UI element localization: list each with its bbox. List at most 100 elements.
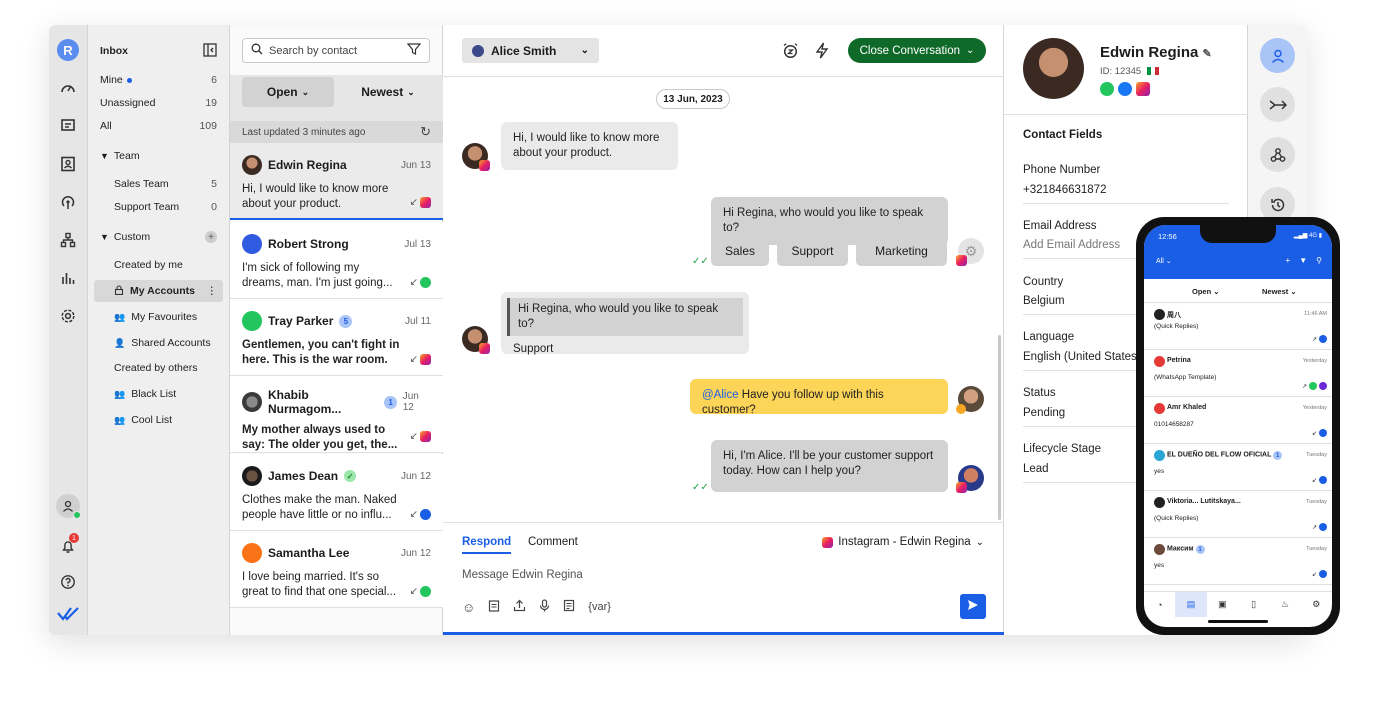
people-icon: 👥 bbox=[114, 414, 126, 425]
nav-group-team[interactable]: ▼ Team bbox=[100, 145, 217, 167]
conversation-item[interactable]: Edwin Regina Jun 13 Hi, I would like to k… bbox=[230, 143, 443, 220]
quick-reply-marketing[interactable]: Marketing bbox=[856, 235, 947, 266]
instagram-icon bbox=[420, 354, 431, 365]
dashboard-icon[interactable] bbox=[57, 77, 79, 99]
whatsapp-icon[interactable] bbox=[1100, 82, 1114, 96]
snippet-icon[interactable] bbox=[563, 599, 575, 615]
send-button[interactable] bbox=[960, 594, 986, 619]
variable-button[interactable]: {var} bbox=[588, 601, 611, 613]
contacts-icon[interactable]: ▣ bbox=[1207, 592, 1238, 617]
conversation-item[interactable]: Khabib Nurmagom... 1 Jun 12 My mother alwa… bbox=[230, 376, 443, 453]
snooze-alarm-icon[interactable] bbox=[781, 41, 799, 59]
workflows-icon[interactable] bbox=[57, 229, 79, 251]
microphone-icon[interactable] bbox=[539, 599, 550, 615]
messages-icon[interactable]: ▤ bbox=[1175, 592, 1207, 617]
upload-icon[interactable] bbox=[513, 599, 526, 615]
incoming-message: Hi, I would like to know more about your… bbox=[501, 122, 678, 170]
nav-item-sales-team[interactable]: Sales Team 5 bbox=[114, 173, 217, 195]
search-input[interactable]: Search by contact bbox=[269, 45, 401, 57]
telegram-icon bbox=[1319, 335, 1327, 343]
notifications-icon[interactable]: ♨ bbox=[1269, 592, 1300, 617]
reports-icon[interactable]: ▯ bbox=[1238, 592, 1269, 617]
chat-scrollbar[interactable] bbox=[998, 335, 1001, 520]
phone-conversation-item[interactable]: 周八 11:46 AM (Quick Replies) ↗ bbox=[1144, 303, 1332, 350]
tab-comment[interactable]: Comment bbox=[528, 536, 578, 548]
agent-avatar bbox=[472, 44, 484, 57]
status-value[interactable]: Pending bbox=[1023, 407, 1065, 419]
reports-icon[interactable] bbox=[57, 267, 79, 289]
phone-conversation-item[interactable]: Viktoria... Lutitskaya... Tuesday (Quick R… bbox=[1144, 491, 1332, 538]
messenger-icon[interactable] bbox=[1118, 82, 1132, 96]
user-avatar[interactable] bbox=[56, 494, 81, 519]
contact-avatar bbox=[462, 326, 490, 354]
more-options-icon[interactable]: ⋮ bbox=[207, 285, 218, 297]
inbox-nav: Inbox Mine 6 Unassigned 19 All 109 ▼ Team Sa… bbox=[88, 25, 230, 635]
conversation-item[interactable]: Tray Parker 5 Jul 11 Gentlemen, you can't … bbox=[230, 299, 443, 376]
nav-item-all[interactable]: All 109 bbox=[100, 115, 217, 137]
phone-sort-filter[interactable]: Newest ⌄ bbox=[1262, 287, 1297, 296]
last-message: Hi, I would like to know more about your… bbox=[242, 183, 389, 210]
conversation-item[interactable]: James Dean ✓ Jun 12 Clothes make the man. … bbox=[230, 454, 443, 531]
nav-item-black-list[interactable]: 👥 Black List bbox=[114, 383, 217, 405]
search-icon[interactable]: ⚲ bbox=[1316, 256, 1322, 265]
contact-search[interactable]: Search by contact bbox=[242, 38, 430, 63]
notifications-icon[interactable]: 1 bbox=[57, 533, 79, 557]
nav-item-unassigned[interactable]: Unassigned 19 bbox=[100, 92, 217, 114]
nav-item-shared-accounts[interactable]: 👤 Shared Accounts bbox=[114, 332, 217, 354]
sort-filter-dropdown[interactable]: Newest ⌄ bbox=[342, 77, 434, 107]
nav-group-custom[interactable]: ▼ Custom + bbox=[100, 226, 217, 248]
emoji-icon[interactable]: ☺ bbox=[462, 600, 475, 615]
quick-reply-sales[interactable]: Sales bbox=[711, 235, 769, 266]
language-value[interactable]: English (United States) bbox=[1023, 351, 1141, 363]
filter-icon[interactable] bbox=[406, 43, 422, 58]
quick-reply-support[interactable]: Support bbox=[777, 235, 848, 266]
collapse-panel-icon[interactable] bbox=[203, 42, 217, 60]
contact-avatar bbox=[242, 311, 262, 331]
conversation-item[interactable]: Robert Strong Jul 13 I'm sick of followin… bbox=[230, 222, 443, 299]
refresh-icon[interactable]: ↻ bbox=[420, 124, 431, 140]
workspace-avatar[interactable]: R bbox=[57, 39, 79, 61]
email-field[interactable]: Add Email Address bbox=[1023, 239, 1120, 251]
nav-item-my-accounts[interactable]: My Accounts ⋮ bbox=[94, 280, 223, 302]
messages-icon[interactable] bbox=[57, 115, 79, 137]
phone-conversation-item[interactable]: Amr Khaled Yesterday 01014658287 ↙ bbox=[1144, 397, 1332, 444]
contacts-icon[interactable] bbox=[57, 153, 79, 175]
nav-item-support-team[interactable]: Support Team 0 bbox=[114, 196, 217, 218]
assignee-dropdown[interactable]: Alice Smith ⌄ bbox=[462, 38, 599, 63]
integrations-webhook-icon[interactable] bbox=[1260, 137, 1295, 172]
status-filter-dropdown[interactable]: Open ⌄ bbox=[242, 77, 334, 107]
conversation-item[interactable]: Samantha Lee Jun 12 I love being married.… bbox=[230, 531, 443, 608]
settings-icon[interactable] bbox=[57, 305, 79, 327]
filter-icon[interactable]: ▼ bbox=[1299, 256, 1307, 265]
add-custom-icon[interactable]: + bbox=[205, 231, 217, 243]
phone-filter-all[interactable]: All ⌄ bbox=[1156, 257, 1172, 265]
help-icon[interactable] bbox=[57, 571, 79, 593]
contact-avatar bbox=[1154, 403, 1165, 414]
edit-pencil-icon[interactable]: ✎ bbox=[1203, 48, 1212, 60]
country-value[interactable]: Belgium bbox=[1023, 295, 1065, 307]
template-icon[interactable] bbox=[488, 599, 500, 615]
contact-details-icon[interactable] bbox=[1260, 38, 1295, 73]
lifecycle-value[interactable]: Lead bbox=[1023, 463, 1049, 475]
phone-value[interactable]: +321846631872 bbox=[1023, 184, 1106, 196]
phone-conversation-item[interactable]: Petrina Yesterday (WhatsApp Template) ↗ bbox=[1144, 350, 1332, 397]
shortcuts-lightning-icon[interactable] bbox=[813, 41, 831, 59]
add-contact-icon[interactable]: + bbox=[1286, 256, 1291, 265]
dashboard-icon[interactable]: ◔ bbox=[1144, 592, 1175, 617]
nav-item-mine[interactable]: Mine 6 bbox=[100, 69, 217, 91]
instagram-icon[interactable] bbox=[1136, 82, 1150, 96]
channel-selector[interactable]: Instagram - Edwin Regina ⌄ bbox=[822, 536, 984, 548]
settings-icon[interactable]: ⚙ bbox=[1301, 592, 1332, 617]
conversation-date: Tuesday bbox=[1306, 499, 1327, 505]
phone-conversation-item[interactable]: Максим 1 Tuesday yes ↙ bbox=[1144, 538, 1332, 585]
close-conversation-button[interactable]: Close Conversation ⌄ bbox=[848, 38, 986, 63]
phone-conversation-item[interactable]: EL DUEÑO DEL FLOW OFICIAL 1 Tuesday yes ↙ bbox=[1144, 444, 1332, 491]
broadcast-icon[interactable] bbox=[57, 191, 79, 213]
merge-arrow-icon[interactable] bbox=[1260, 87, 1295, 122]
last-message: Clothes make the man. Naked people have … bbox=[242, 494, 397, 521]
phone-status-filter[interactable]: Open ⌄ bbox=[1192, 287, 1220, 296]
nav-item-cool-list[interactable]: 👥 Cool List bbox=[114, 409, 217, 431]
message-input[interactable]: Message Edwin Regina bbox=[462, 569, 583, 581]
tab-respond[interactable]: Respond bbox=[462, 536, 512, 554]
nav-item-my-favourites[interactable]: 👥 My Favourites bbox=[114, 306, 217, 328]
